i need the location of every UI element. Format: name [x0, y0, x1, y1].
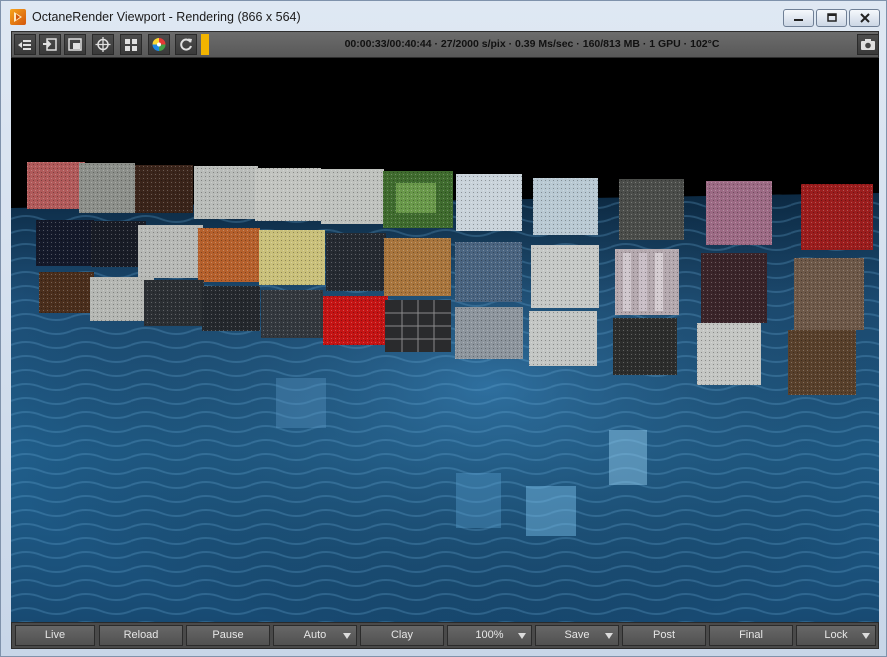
- dropdown-arrow-icon: [343, 633, 351, 639]
- post-label: Post: [652, 629, 675, 641]
- window-title: OctaneRender Viewport - Rendering (866 x…: [32, 10, 301, 24]
- material-cube: [79, 163, 135, 213]
- render-status-text: 00:00:33/00:40:44 · 27/2000 s/pix · 0.39…: [344, 38, 720, 50]
- reload-icon: [180, 38, 192, 51]
- material-cube: [794, 258, 864, 330]
- color-picker-icon: [152, 38, 166, 51]
- material-cube: [255, 168, 321, 221]
- save-dropdown[interactable]: Save: [535, 625, 619, 646]
- material-cube: [384, 238, 451, 296]
- cube-reflection: [609, 430, 647, 485]
- material-cube: [383, 171, 453, 228]
- material-cube: [385, 300, 451, 352]
- render-viewport[interactable]: [11, 58, 879, 622]
- material-cube: [194, 166, 258, 219]
- dropdown-arrow-icon: [862, 633, 870, 639]
- material-cube: [619, 179, 684, 240]
- clay-label: Clay: [390, 629, 413, 641]
- material-cube: [144, 280, 204, 326]
- pause-label: Pause: [212, 629, 244, 641]
- lock-label: Lock: [824, 629, 848, 641]
- screenshot-button[interactable]: [857, 34, 879, 55]
- material-cube: [788, 330, 856, 395]
- title-bar[interactable]: OctaneRender Viewport - Rendering (866 x…: [1, 1, 886, 31]
- zoom-dropdown[interactable]: 100%: [447, 625, 532, 646]
- material-cube: [697, 323, 761, 385]
- zoom-label: 100%: [475, 629, 504, 641]
- material-cube: [259, 230, 325, 285]
- material-cube: [91, 221, 146, 267]
- cube-reflection: [276, 378, 326, 428]
- material-cube: [261, 290, 323, 338]
- pause-button[interactable]: Pause: [186, 625, 270, 646]
- material-cube: [801, 184, 873, 250]
- camera-icon: [861, 39, 875, 50]
- reload-button[interactable]: [175, 34, 197, 55]
- material-cube: [198, 228, 260, 282]
- save-label: Save: [564, 629, 590, 641]
- dropdown-arrow-icon: [518, 633, 526, 639]
- post-button[interactable]: Post: [622, 625, 706, 646]
- minimize-icon: [794, 19, 803, 21]
- region-render-icon: [68, 38, 82, 51]
- material-cube: [706, 181, 772, 245]
- material-cube: [39, 272, 94, 313]
- clay-button[interactable]: Clay: [360, 625, 444, 646]
- maximize-button[interactable]: [816, 9, 847, 27]
- material-cube: [36, 220, 94, 266]
- restore-icon: [827, 13, 837, 22]
- material-cube: [455, 242, 522, 302]
- material-cube: [529, 311, 597, 366]
- render-preview[interactable]: [11, 58, 879, 622]
- auto-dropdown[interactable]: Auto: [273, 625, 357, 646]
- live-button[interactable]: Live: [15, 625, 95, 646]
- material-cube: [615, 249, 679, 315]
- grid-icon: [125, 39, 137, 51]
- material-cube: [135, 165, 193, 213]
- lock-dropdown[interactable]: Lock: [796, 625, 876, 646]
- viewport-toolbar: 00:00:33/00:40:44 · 27/2000 s/pix · 0.39…: [11, 31, 879, 58]
- octane-logo-icon: [10, 9, 26, 25]
- material-cube: [326, 233, 386, 291]
- import-button[interactable]: [39, 34, 61, 55]
- reload-label: Reload: [123, 629, 159, 641]
- final-button[interactable]: Final: [709, 625, 793, 646]
- toggle-panel-icon: [18, 40, 31, 50]
- material-cube: [456, 174, 522, 231]
- final-label: Final: [739, 629, 763, 641]
- material-cube: [531, 245, 599, 308]
- grid-button[interactable]: [120, 34, 142, 55]
- close-button[interactable]: [849, 9, 880, 27]
- material-cube: [323, 296, 388, 345]
- render-controls-bar: Live Reload Pause Auto Clay 100% Save Po…: [11, 622, 879, 649]
- focus-picker-button[interactable]: [92, 34, 114, 55]
- dropdown-arrow-icon: [605, 633, 613, 639]
- toggle-panel-button[interactable]: [14, 34, 36, 55]
- close-icon: [860, 13, 870, 23]
- material-cube: [533, 178, 598, 235]
- auto-label: Auto: [303, 629, 327, 641]
- region-render-button[interactable]: [64, 34, 86, 55]
- cube-reflection: [456, 473, 501, 528]
- reload-render-button[interactable]: Reload: [99, 625, 183, 646]
- material-cube: [27, 162, 85, 209]
- material-cube: [321, 169, 384, 224]
- material-cube: [138, 225, 203, 278]
- material-cube: [613, 318, 677, 375]
- material-cube: [455, 307, 523, 359]
- import-icon: [43, 38, 57, 51]
- live-label: Live: [44, 629, 66, 641]
- color-picker-button[interactable]: [148, 34, 170, 55]
- octane-viewport-window: OctaneRender Viewport - Rendering (866 x…: [0, 0, 887, 657]
- material-cube: [202, 286, 260, 331]
- cube-reflection: [526, 486, 576, 536]
- minimize-button[interactable]: [783, 9, 814, 27]
- material-cube: [701, 253, 767, 323]
- focus-picker-icon: [95, 37, 111, 52]
- render-progress-indicator: [201, 34, 209, 55]
